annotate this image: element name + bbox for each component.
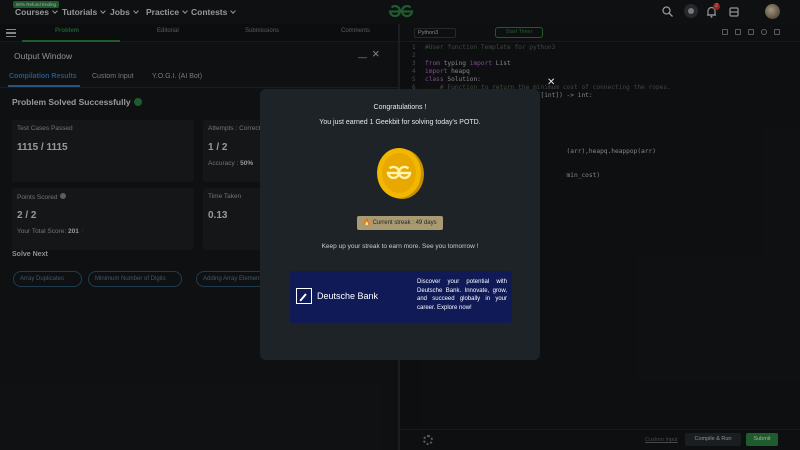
modal-title: Congratulations ! — [373, 104, 427, 111]
sponsored-ad[interactable]: Deutsche Bank Discover your potential wi… — [290, 271, 512, 323]
potd-congrats-modal: ✕ Congratulations ! You just earned 1 Ge… — [260, 77, 555, 360]
fire-icon: 🔥 — [363, 220, 371, 226]
streak-text: Current streak : 49 days — [372, 220, 437, 226]
keepup-message: Keep up your streak to earn more. See yo… — [321, 243, 479, 250]
ad-brand: Deutsche Bank — [317, 291, 379, 301]
deutsche-bank-logo-icon — [296, 288, 312, 304]
ad-text: Discover your potential with Deutsche Ba… — [417, 279, 507, 311]
streak-badge: 🔥 Current streak : 49 days — [357, 216, 443, 230]
modal-message: You just earned 1 Geekbit for solving to… — [319, 119, 481, 126]
close-icon[interactable]: ✕ — [547, 77, 555, 88]
geekbit-coin-icon — [377, 148, 424, 199]
